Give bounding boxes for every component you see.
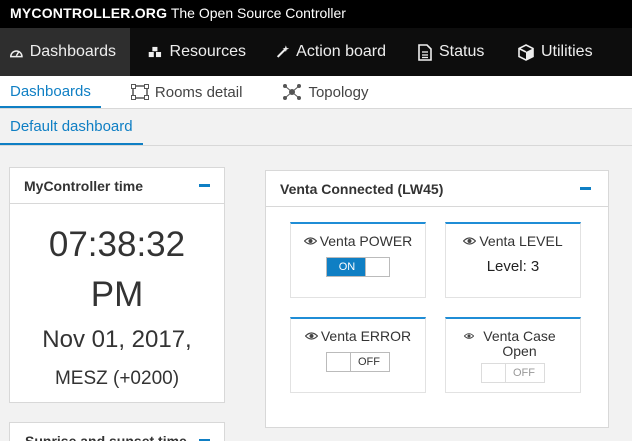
venta-widget-title: Venta Connected (LW45): [280, 180, 444, 197]
dashboard-icon: [10, 49, 23, 57]
nav-resources-label: Resources: [169, 43, 246, 60]
tab-default-dashboard[interactable]: Default dashboard: [0, 109, 143, 145]
document-icon: [418, 43, 432, 61]
venta-case-open-widget: Venta Case Open OFF: [445, 317, 581, 393]
nav-status-label: Status: [439, 43, 485, 60]
collapse-icon[interactable]: [199, 184, 210, 187]
dashboard-tabs: Default dashboard: [0, 109, 632, 146]
venta-power-label: Venta POWER: [319, 233, 413, 249]
sun-widget-title: Sunrise and sunset time: [25, 432, 187, 441]
brand-name[interactable]: MYCONTROLLER.ORG: [10, 5, 167, 21]
nav-action-board[interactable]: Action board: [260, 28, 400, 76]
current-timezone: MESZ (+0200): [54, 368, 180, 389]
nav-status[interactable]: Status: [400, 28, 500, 76]
current-ampm: PM: [90, 275, 144, 314]
eye-icon[interactable]: [463, 236, 477, 246]
toggle-state-label: OFF: [358, 356, 380, 368]
venta-power-widget: Venta POWER ON: [290, 222, 426, 298]
topology-icon: [283, 84, 302, 100]
venta-level-value: Level: 3: [486, 258, 540, 275]
eye-icon[interactable]: [464, 331, 474, 341]
brand-bar: MYCONTROLLER.ORG The Open Source Control…: [0, 0, 632, 28]
toggle-knob: [365, 258, 389, 276]
venta-widget-header: Venta Connected (LW45): [266, 171, 608, 207]
collapse-icon[interactable]: [580, 187, 591, 190]
magic-wand-icon: [276, 45, 290, 58]
venta-widget: Venta Connected (LW45) Venta POWER ON Ve…: [265, 170, 609, 428]
venta-error-toggle[interactable]: OFF: [326, 352, 390, 372]
rooms-icon: [130, 84, 149, 100]
nav-dashboards[interactable]: Dashboards: [0, 28, 130, 76]
venta-level-widget: Venta LEVEL Level: 3: [445, 222, 581, 298]
eye-icon[interactable]: [304, 331, 318, 341]
toggle-state-label: OFF: [513, 367, 535, 379]
toggle-knob: [327, 353, 351, 371]
sub-nav: Dashboards Rooms detail Topology: [0, 76, 632, 109]
current-time: 07:38:32: [48, 225, 186, 264]
cube-icon: [518, 43, 534, 61]
venta-level-label: Venta LEVEL: [479, 233, 563, 249]
nav-utilities[interactable]: Utilities: [500, 28, 632, 76]
current-date: Nov 01, 2017,: [42, 326, 192, 353]
subtab-dashboards[interactable]: Dashboards: [0, 76, 101, 108]
subtab-topology[interactable]: Topology: [272, 76, 378, 108]
brand-tagline: The Open Source Controller: [170, 5, 346, 21]
venta-case-open-label: Venta Case Open: [483, 328, 556, 359]
cubes-icon: [148, 46, 162, 58]
nav-utilities-label: Utilities: [541, 43, 593, 60]
time-widget: MyController time 07:38:32 PM Nov 01, 20…: [9, 167, 225, 403]
subtab-rooms-detail[interactable]: Rooms detail: [121, 76, 253, 108]
subtab-topology-label: Topology: [308, 83, 369, 101]
time-widget-body: 07:38:32 PM Nov 01, 2017, MESZ (+0200): [10, 226, 224, 390]
sun-widget-header: Sunrise and sunset time: [10, 423, 224, 441]
venta-power-toggle[interactable]: ON: [326, 257, 390, 277]
main-nav: Dashboards Resources Action board Status…: [0, 28, 632, 76]
venta-case-open-toggle[interactable]: OFF: [481, 363, 545, 383]
nav-dashboards-label: Dashboards: [29, 43, 116, 60]
nav-resources[interactable]: Resources: [130, 28, 260, 76]
time-widget-title: MyController time: [24, 177, 144, 194]
sun-widget: Sunrise and sunset time: [9, 422, 225, 441]
venta-error-label: Venta ERROR: [320, 328, 412, 344]
subtab-dashboards-label: Dashboards: [10, 82, 91, 100]
time-widget-header: MyController time: [10, 168, 224, 204]
toggle-knob: [482, 364, 506, 382]
nav-action-board-label: Action board: [296, 43, 386, 60]
subtab-rooms-detail-label: Rooms detail: [154, 83, 243, 101]
venta-error-widget: Venta ERROR OFF: [290, 317, 426, 393]
eye-icon[interactable]: [303, 236, 317, 246]
toggle-state-label: ON: [327, 258, 367, 276]
